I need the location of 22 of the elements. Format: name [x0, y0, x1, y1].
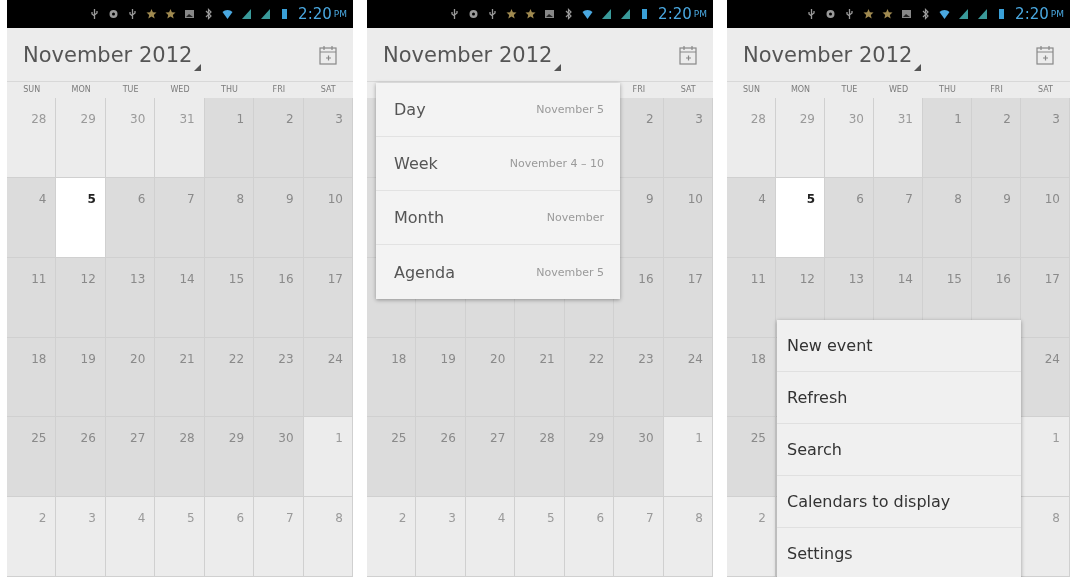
clock-time: 2:20 [298, 5, 332, 23]
weekday-label: SAT [319, 84, 337, 96]
weekday-label: WED [887, 84, 910, 96]
weekday-label: TUE [840, 84, 859, 96]
clock-time: 2:20 [658, 5, 692, 23]
weekday-label: MON [70, 84, 92, 96]
weekday-label: MON [789, 84, 812, 96]
clock-period: PM [693, 9, 707, 19]
weekday-label: SUN [22, 84, 42, 96]
weekday-label: SUN [742, 84, 761, 96]
clock-period: PM [333, 9, 347, 19]
weekday-label: TUE [121, 84, 140, 96]
weekday-label: FRI [631, 84, 647, 96]
weekday-label: FRI [271, 84, 287, 96]
weekday-label: THU [938, 84, 957, 96]
weekday-label: SAT [1037, 84, 1054, 96]
weekday-label: WED [169, 84, 191, 96]
clock-time: 2:20 [1015, 5, 1049, 23]
weekday-label: SAT [679, 84, 697, 96]
clock-period: PM [1050, 9, 1064, 19]
weekday-label: THU [220, 84, 239, 96]
weekday-label: FRI [989, 84, 1004, 96]
